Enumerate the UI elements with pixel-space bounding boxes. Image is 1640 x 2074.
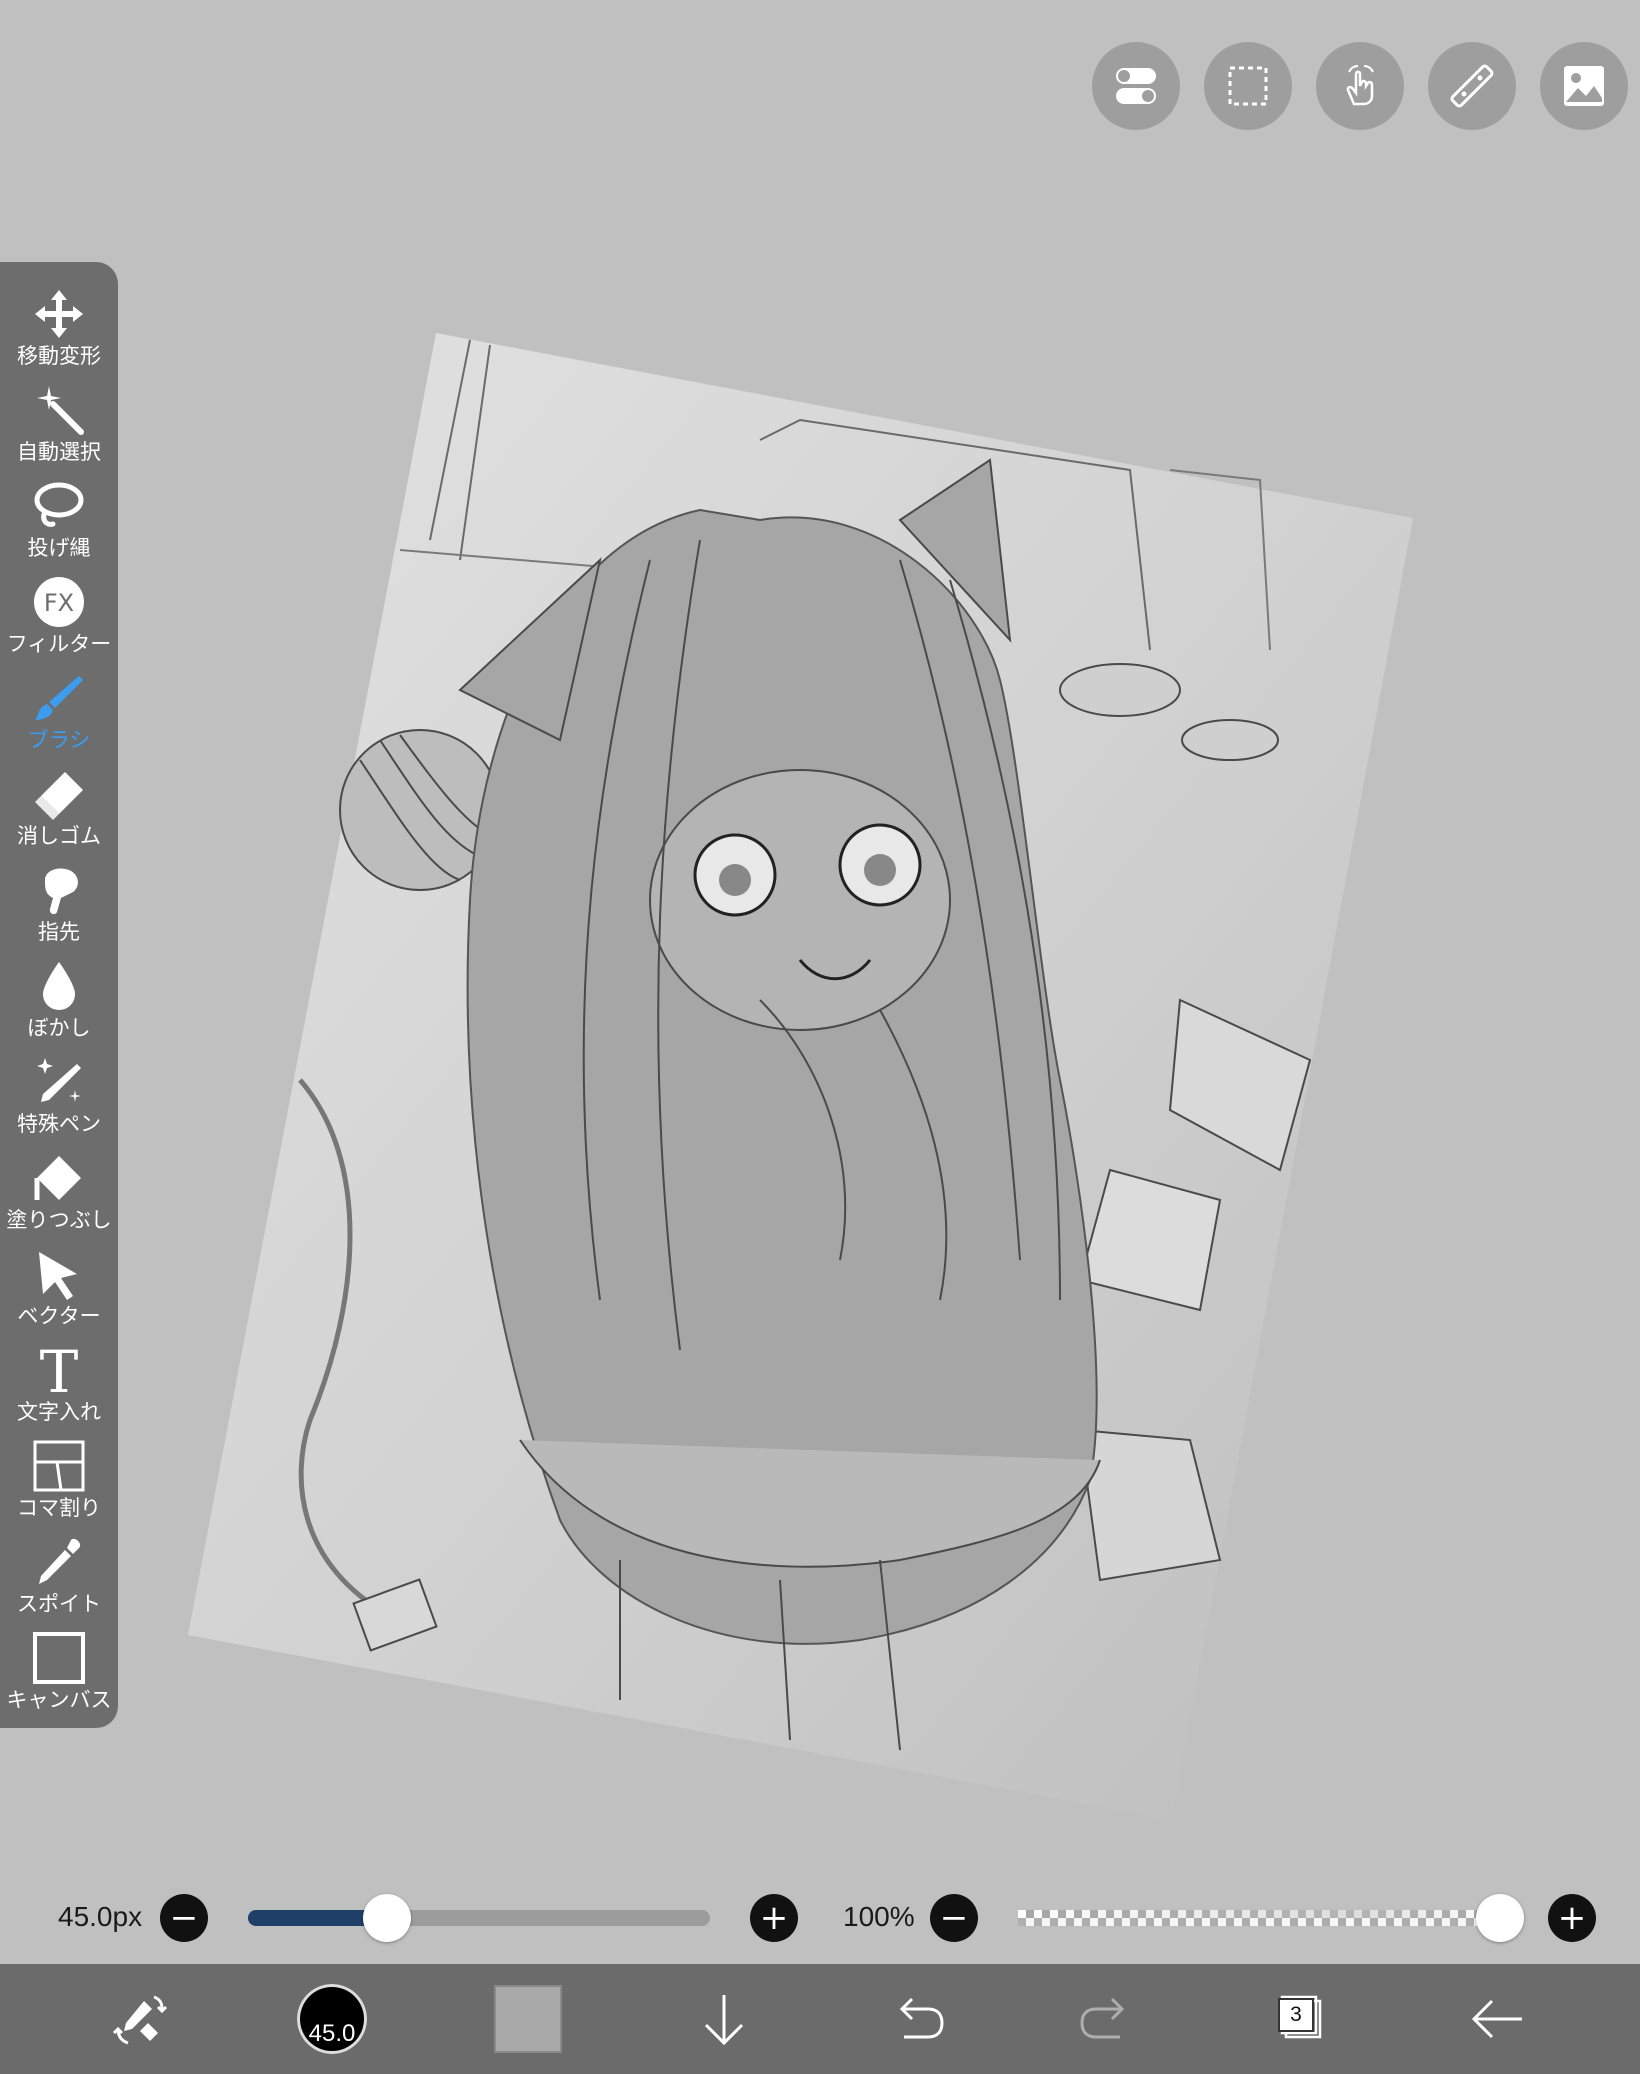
hand-gesture-icon bbox=[1346, 65, 1374, 106]
brush-preview: 45.0 bbox=[297, 1984, 367, 2054]
tool-label: 特殊ペン bbox=[17, 1112, 101, 1136]
color-button[interactable] bbox=[492, 1964, 564, 2074]
frame-divider-icon bbox=[33, 1440, 85, 1492]
magic-wand-icon bbox=[37, 386, 84, 435]
svg-text:T: T bbox=[40, 1342, 79, 1398]
plus-icon: + bbox=[1557, 1898, 1587, 1938]
tool-magic-wand[interactable]: 自動選択 bbox=[0, 380, 118, 476]
selection-icon bbox=[1228, 66, 1268, 106]
tool-lasso[interactable]: 投げ縄 bbox=[0, 476, 118, 572]
opacity-value: 100% bbox=[843, 1901, 915, 1932]
tool-blur[interactable]: ぼかし bbox=[0, 956, 118, 1052]
ruler-icon bbox=[1450, 64, 1494, 108]
eyedropper-icon bbox=[39, 1538, 81, 1584]
vector-arrow-icon bbox=[39, 1252, 77, 1300]
tool-fill[interactable]: 塗りつぶし bbox=[0, 1148, 118, 1244]
current-color-swatch bbox=[494, 1985, 562, 2053]
undo-icon bbox=[899, 1997, 944, 2039]
tool-finger[interactable]: 指先 bbox=[0, 860, 118, 956]
text-t-icon: T bbox=[40, 1342, 79, 1398]
minus-icon: − bbox=[169, 1898, 199, 1938]
move-icon bbox=[35, 290, 83, 338]
brush-icon bbox=[35, 676, 83, 720]
save-download-button[interactable] bbox=[688, 1964, 760, 2074]
redo-button[interactable] bbox=[1072, 1964, 1144, 2074]
tool-label: 自動選択 bbox=[17, 440, 101, 464]
tool-label: 投げ縄 bbox=[27, 536, 91, 560]
ruler-button[interactable] bbox=[1428, 42, 1516, 130]
selection-button[interactable] bbox=[1204, 42, 1292, 130]
size-increase-button[interactable]: + bbox=[750, 1894, 798, 1942]
bottom-toolbar: 45.0 bbox=[0, 1964, 1640, 2074]
opacity-slider[interactable] bbox=[1018, 1910, 1500, 1926]
lasso-icon bbox=[34, 482, 84, 527]
tool-canvas[interactable]: キャンバス bbox=[0, 1628, 118, 1724]
tool-text[interactable]: T 文字入れ bbox=[0, 1340, 118, 1436]
toggle-button[interactable] bbox=[1092, 42, 1180, 130]
tool-label: フィルター bbox=[6, 632, 112, 656]
size-decrease-button[interactable]: − bbox=[160, 1894, 208, 1942]
opacity-decrease-button[interactable]: − bbox=[930, 1894, 978, 1942]
tool-label: 消しゴム bbox=[17, 824, 101, 848]
tool-frame-divider[interactable]: コマ割り bbox=[0, 1436, 118, 1532]
image-icon bbox=[1564, 66, 1604, 106]
layer-count-badge: 3 bbox=[1278, 1998, 1314, 2032]
tool-label: ブラシ bbox=[27, 728, 91, 752]
opacity-increase-button[interactable]: + bbox=[1548, 1894, 1596, 1942]
gesture-button[interactable] bbox=[1316, 42, 1404, 130]
back-button[interactable] bbox=[1462, 1964, 1534, 2074]
artwork-canvas[interactable] bbox=[0, 0, 1640, 1880]
pen-eraser-swap-button[interactable] bbox=[104, 1964, 176, 2074]
tool-label: 塗りつぶし bbox=[6, 1208, 112, 1232]
canvas-square-icon bbox=[33, 1632, 85, 1684]
arrow-down-icon bbox=[704, 1995, 744, 2046]
material-button[interactable] bbox=[1540, 42, 1628, 130]
fx-icon: FX bbox=[34, 577, 84, 627]
tool-eraser[interactable]: 消しゴム bbox=[0, 764, 118, 860]
tool-label: ぼかし bbox=[27, 1016, 91, 1040]
smudge-finger-icon bbox=[45, 868, 78, 915]
tool-label: 移動変形 bbox=[17, 344, 101, 368]
tool-vector[interactable]: ベクター bbox=[0, 1244, 118, 1340]
toggle-icon bbox=[1116, 68, 1156, 104]
blur-drop-icon bbox=[43, 962, 75, 1010]
tool-palette: 移動変形 自動選択 投げ縄 FX フィルター ブラシ 消しゴム 指先 ぼかし 特… bbox=[0, 262, 118, 1728]
tool-filter[interactable]: FX フィルター bbox=[0, 572, 118, 668]
svg-text:FX: FX bbox=[44, 589, 74, 617]
opacity-slider-thumb[interactable] bbox=[1476, 1894, 1524, 1942]
tool-label: キャンバス bbox=[6, 1688, 112, 1712]
brush-size-value: 45.0px bbox=[58, 1901, 143, 1932]
tool-label: ベクター bbox=[17, 1304, 101, 1328]
tool-label: 指先 bbox=[38, 920, 80, 944]
brush-preview-size: 45.0 bbox=[308, 2020, 356, 2047]
tool-label: スポイト bbox=[17, 1592, 101, 1616]
brush-size-slider[interactable] bbox=[248, 1910, 710, 1926]
tool-label: コマ割り bbox=[17, 1496, 101, 1520]
undo-button[interactable] bbox=[880, 1964, 952, 2074]
drawing-canvas-area[interactable] bbox=[0, 0, 1640, 1880]
tool-eyedropper[interactable]: スポイト bbox=[0, 1532, 118, 1628]
eraser-icon bbox=[35, 772, 83, 820]
tool-special-pen[interactable]: 特殊ペン bbox=[0, 1052, 118, 1148]
redo-icon bbox=[1080, 1997, 1125, 2039]
tool-move-transform[interactable]: 移動変形 bbox=[0, 284, 118, 380]
fill-bucket-icon bbox=[34, 1156, 81, 1200]
minus-icon: − bbox=[939, 1898, 969, 1938]
special-pen-icon bbox=[37, 1058, 81, 1102]
tool-label: 文字入れ bbox=[17, 1400, 101, 1424]
brush-size-slider-thumb[interactable] bbox=[362, 1894, 411, 1942]
tool-brush[interactable]: ブラシ bbox=[0, 668, 118, 764]
arrow-left-icon bbox=[1471, 1999, 1522, 2039]
brush-preview-button[interactable]: 45.0 bbox=[296, 1964, 368, 2074]
pen-eraser-swap-icon bbox=[112, 1995, 168, 2045]
plus-icon: + bbox=[759, 1898, 789, 1938]
